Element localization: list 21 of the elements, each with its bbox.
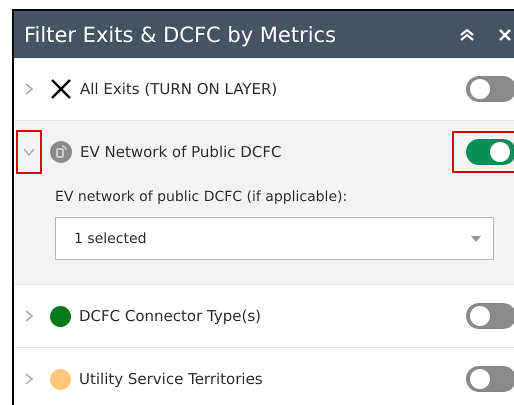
layer-label: EV Network of Public DCFC <box>80 143 282 161</box>
layer-switch[interactable] <box>466 366 514 392</box>
chevron-right-icon <box>23 310 35 322</box>
layer-switch[interactable] <box>466 303 514 329</box>
panel-title: Filter Exits & DCFC by Metrics <box>24 22 338 46</box>
filter-dropdown[interactable]: 1 selected <box>55 217 494 260</box>
chevron-right-icon <box>23 83 35 95</box>
filter-label: EV network of public DCFC (if applicable): <box>55 189 348 205</box>
layer-switch[interactable] <box>466 139 514 165</box>
charger-icon <box>50 141 72 163</box>
double-chevron-up-icon <box>459 28 475 42</box>
layer-label: Utility Service Territories <box>79 370 264 388</box>
chevron-down-icon <box>23 146 35 158</box>
layer-label: DCFC Connector Type(s) <box>79 307 262 325</box>
chevron-right-icon <box>23 373 35 385</box>
cross-icon <box>50 78 72 100</box>
caret-icon <box>471 236 481 242</box>
layer-switch[interactable] <box>466 76 514 102</box>
close-icon <box>498 28 512 42</box>
expand-toggle[interactable] <box>16 130 42 174</box>
layer-label: All Exits (TURN ON LAYER) <box>80 80 278 98</box>
